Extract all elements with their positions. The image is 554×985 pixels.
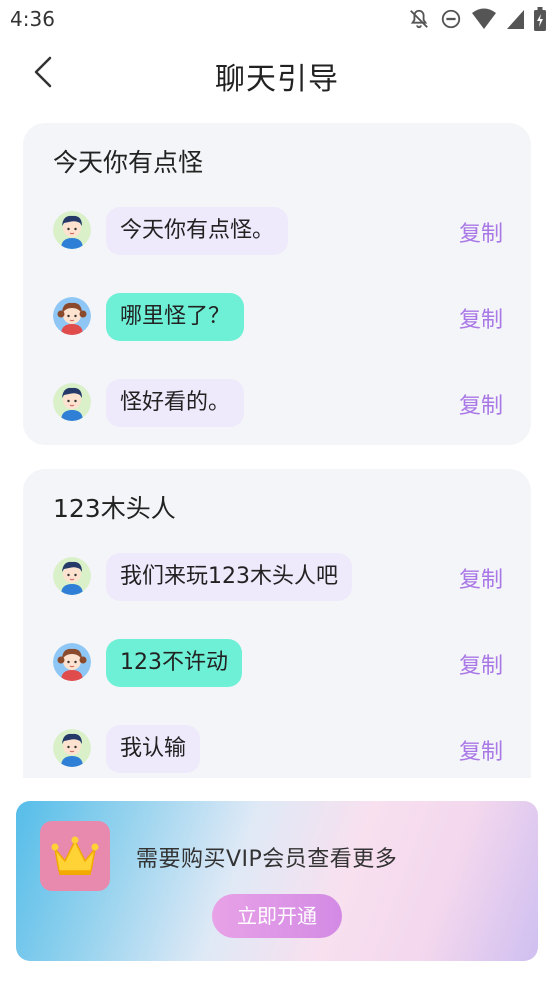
message-bubble: 123不许动	[106, 639, 242, 687]
status-bar: 4:36	[0, 0, 554, 38]
open-vip-button[interactable]: 立即开通	[212, 894, 342, 938]
copy-button[interactable]: 复制	[459, 216, 503, 248]
header: 聊天引导	[0, 38, 554, 108]
notifications-off-icon	[410, 9, 428, 29]
boy-avatar	[53, 557, 91, 595]
girl-avatar	[53, 643, 91, 681]
message-bubble: 我们来玩123木头人吧	[106, 553, 352, 601]
signal-icon	[507, 10, 524, 29]
content-list[interactable]: 今天你有点怪 今天你有点怪。 复制 哪里怪了？ 复制 怪好看的。 复制 123木…	[0, 108, 554, 778]
message-bubble: 今天你有点怪。	[106, 207, 289, 255]
message-bubble: 怪好看的。	[106, 379, 245, 427]
copy-button[interactable]: 复制	[459, 388, 503, 420]
card-title: 123木头人	[53, 489, 176, 527]
do-not-disturb-icon	[441, 9, 461, 29]
message-bubble: 哪里怪了？	[106, 293, 245, 341]
message-row: 我们来玩123木头人吧 复制	[53, 553, 503, 603]
message-row: 123不许动 复制	[53, 639, 503, 689]
crown-icon	[51, 836, 99, 875]
boy-avatar	[53, 211, 91, 249]
copy-button[interactable]: 复制	[459, 562, 503, 594]
battery-charging-icon	[534, 7, 546, 31]
boy-avatar	[53, 729, 91, 767]
message-bubble: 我认输	[106, 725, 201, 773]
page-title: 聊天引导	[215, 62, 339, 97]
vip-icon-tile	[40, 821, 110, 891]
vip-message: 需要购买VIP会员查看更多	[136, 847, 398, 872]
status-icons	[408, 7, 546, 31]
wifi-icon	[472, 8, 496, 29]
guide-card: 123木头人 我们来玩123木头人吧 复制 123不许动 复制 我认输 复制	[23, 469, 531, 778]
guide-card: 今天你有点怪 今天你有点怪。 复制 哪里怪了？ 复制 怪好看的。 复制	[23, 123, 531, 445]
card-title-text: 123木头人	[53, 494, 176, 523]
copy-button[interactable]: 复制	[459, 302, 503, 334]
boy-avatar	[53, 383, 91, 421]
card-title-text: 今天你有点怪	[53, 148, 204, 177]
message-row: 今天你有点怪。 复制	[53, 207, 503, 257]
card-title: 今天你有点怪	[53, 143, 204, 181]
message-row: 我认输 复制	[53, 725, 503, 775]
message-row: 哪里怪了？ 复制	[53, 293, 503, 343]
message-row: 怪好看的。 复制	[53, 379, 503, 429]
vip-banner: 需要购买VIP会员查看更多 立即开通	[16, 801, 538, 961]
status-time: 4:36	[10, 7, 55, 31]
girl-avatar	[53, 297, 91, 335]
copy-button[interactable]: 复制	[459, 648, 503, 680]
copy-button[interactable]: 复制	[459, 734, 503, 766]
